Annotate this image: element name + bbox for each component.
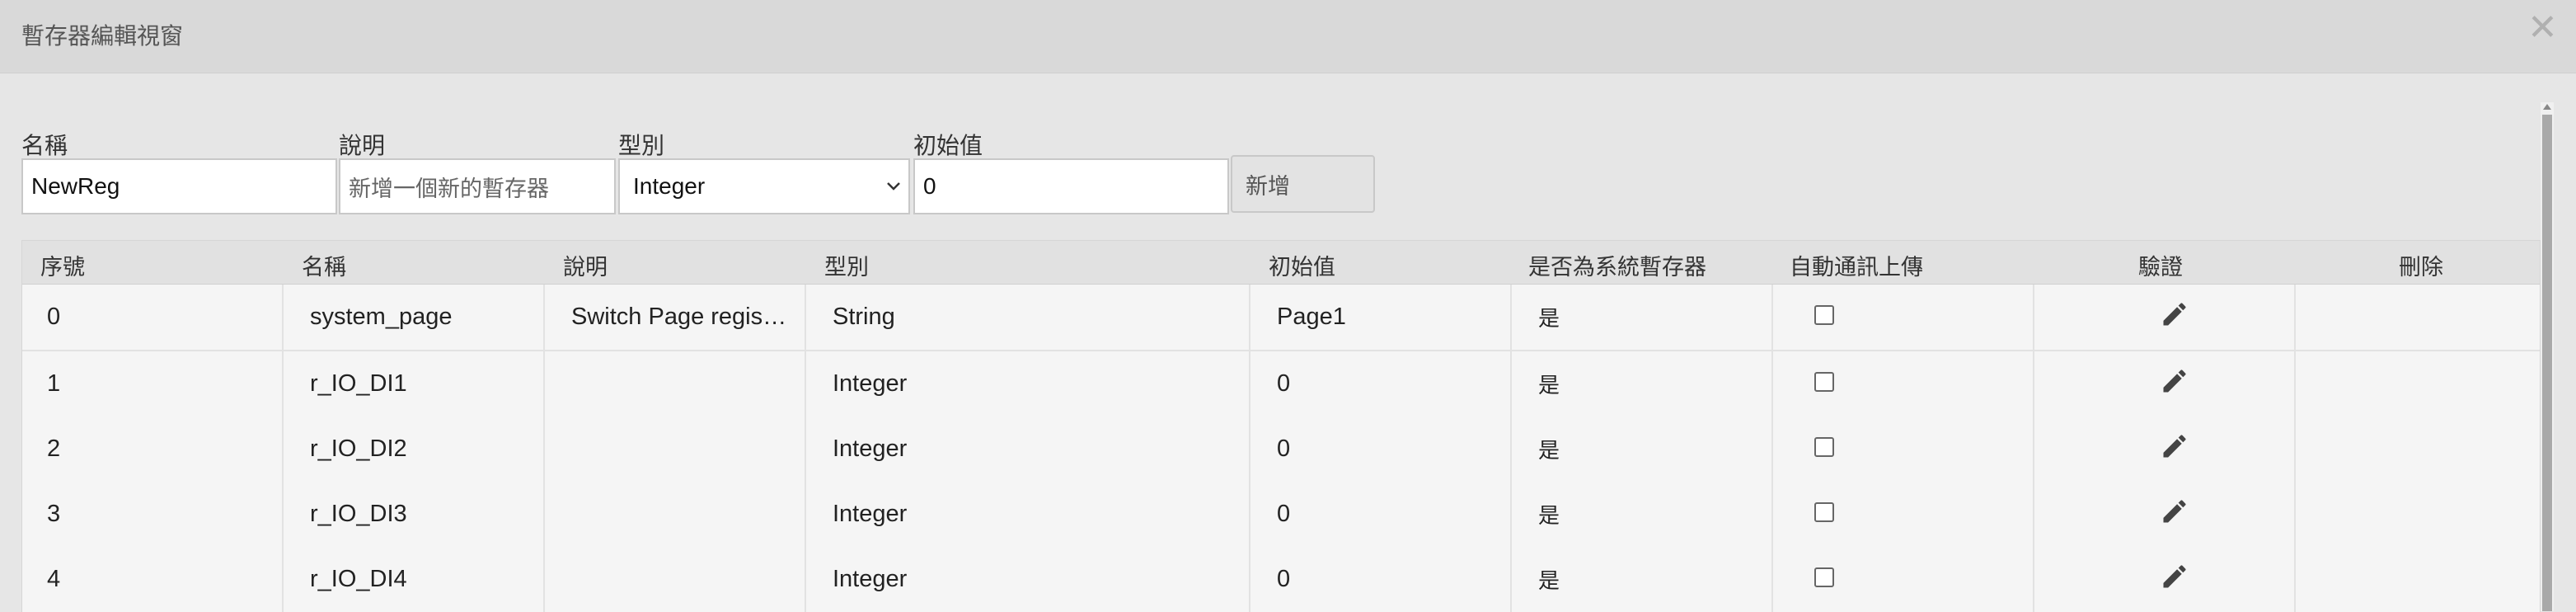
cell-index: 2	[22, 417, 284, 482]
cell-index: 0	[22, 285, 284, 350]
scroll-up-icon[interactable]	[2543, 104, 2551, 110]
desc-input[interactable]: 新增一個新的暫存器	[339, 158, 616, 214]
cell-desc	[545, 351, 806, 417]
cell-index: 3	[22, 482, 284, 547]
cell-auto-upload	[1773, 351, 2034, 417]
column-header-delete: 刪除	[2399, 255, 2443, 280]
pencil-icon[interactable]	[2160, 497, 2189, 526]
cell-type: String	[806, 285, 1250, 350]
pencil-icon[interactable]	[2160, 366, 2189, 396]
cell-auto-upload	[1773, 547, 2034, 612]
column-header-index: 序號	[40, 255, 85, 280]
cell-auto-upload	[1773, 482, 2034, 547]
table-row[interactable]: 1 r_IO_DI1 Integer 0 是	[22, 351, 2540, 418]
table-row[interactable]: 0 system_page Switch Page register Strin…	[22, 285, 2540, 351]
column-header-verify: 驗證	[2138, 255, 2183, 280]
type-select[interactable]: Integer	[618, 158, 910, 214]
table-row[interactable]: 4 r_IO_DI4 Integer 0 是	[22, 547, 2540, 612]
cell-delete	[2296, 417, 2540, 482]
cell-system: 是	[1512, 482, 1773, 547]
cell-delete	[2296, 547, 2540, 612]
cell-auto-upload	[1773, 417, 2034, 482]
dialog-title: 暫存器編輯視窗	[21, 22, 184, 49]
cell-desc	[545, 417, 806, 482]
table-row[interactable]: 3 r_IO_DI3 Integer 0 是	[22, 482, 2540, 548]
cell-system: 是	[1512, 547, 1773, 612]
cell-desc	[545, 547, 806, 612]
init-value-input[interactable]: 0	[913, 158, 1229, 214]
cell-desc	[545, 482, 806, 547]
scrollbar-thumb[interactable]	[2542, 115, 2552, 611]
vertical-scrollbar[interactable]	[2541, 102, 2554, 611]
dialog-header: 暫存器編輯視窗 ✕	[0, 0, 2576, 73]
pencil-icon[interactable]	[2160, 299, 2189, 329]
cell-type: Integer	[806, 417, 1250, 482]
type-label: 型別	[618, 132, 665, 159]
cell-init: 0	[1250, 351, 1512, 417]
cell-verify	[2034, 285, 2296, 350]
column-header-desc: 說明	[563, 255, 608, 280]
cell-index: 4	[22, 547, 284, 612]
cell-desc: Switch Page register	[545, 285, 806, 350]
name-label: 名稱	[21, 132, 68, 159]
cell-type: Integer	[806, 482, 1250, 547]
add-button[interactable]: 新增	[1231, 155, 1375, 213]
cell-type: Integer	[806, 547, 1250, 612]
column-header-system: 是否為系統暫存器	[1528, 255, 1706, 280]
cell-delete	[2296, 351, 2540, 417]
chevron-down-icon	[887, 182, 900, 191]
desc-input-placeholder: 新增一個新的暫存器	[349, 176, 549, 201]
cell-name: system_page	[284, 285, 545, 350]
cell-auto-upload	[1773, 285, 2034, 350]
cell-system: 是	[1512, 285, 1773, 350]
cell-delete	[2296, 482, 2540, 547]
init-label: 初始值	[913, 132, 983, 159]
register-table: 序號 名稱 說明 型別 初始值 是否為系統暫存器 自動通訊上傳 驗證 刪除 0 …	[21, 240, 2541, 612]
cell-verify	[2034, 417, 2296, 482]
column-header-init: 初始值	[1269, 255, 1335, 280]
close-icon[interactable]: ✕	[2527, 10, 2558, 46]
cell-system: 是	[1512, 417, 1773, 482]
pencil-icon[interactable]	[2160, 562, 2189, 591]
cell-init: 0	[1250, 482, 1512, 547]
cell-type: Integer	[806, 351, 1250, 417]
column-header-name: 名稱	[302, 255, 346, 280]
name-input-value: NewReg	[31, 173, 120, 199]
cell-name: r_IO_DI1	[284, 351, 545, 417]
column-header-type: 型別	[824, 255, 869, 280]
checkbox-icon[interactable]	[1814, 304, 1834, 325]
table-row[interactable]: 2 r_IO_DI2 Integer 0 是	[22, 417, 2540, 483]
cell-delete	[2296, 285, 2540, 350]
cell-name: r_IO_DI4	[284, 547, 545, 612]
cell-system: 是	[1512, 351, 1773, 417]
checkbox-icon[interactable]	[1814, 371, 1834, 392]
cell-verify	[2034, 482, 2296, 547]
cell-init: 0	[1250, 547, 1512, 612]
checkbox-icon[interactable]	[1814, 567, 1834, 587]
cell-name: r_IO_DI2	[284, 417, 545, 482]
name-input[interactable]: NewReg	[21, 158, 337, 214]
cell-verify	[2034, 547, 2296, 612]
type-select-value: Integer	[633, 173, 706, 199]
desc-label: 說明	[339, 132, 386, 159]
cell-init: 0	[1250, 417, 1512, 482]
cell-index: 1	[22, 351, 284, 417]
cell-name: r_IO_DI3	[284, 482, 545, 547]
column-header-auto-upload: 自動通訊上傳	[1790, 255, 1923, 280]
checkbox-icon[interactable]	[1814, 501, 1834, 522]
pencil-icon[interactable]	[2160, 431, 2189, 461]
cell-init: Page1	[1250, 285, 1512, 350]
checkbox-icon[interactable]	[1814, 436, 1834, 457]
cell-verify	[2034, 351, 2296, 417]
init-value-input-value: 0	[923, 173, 936, 199]
table-header: 序號 名稱 說明 型別 初始值 是否為系統暫存器 自動通訊上傳 驗證 刪除	[22, 241, 2540, 285]
